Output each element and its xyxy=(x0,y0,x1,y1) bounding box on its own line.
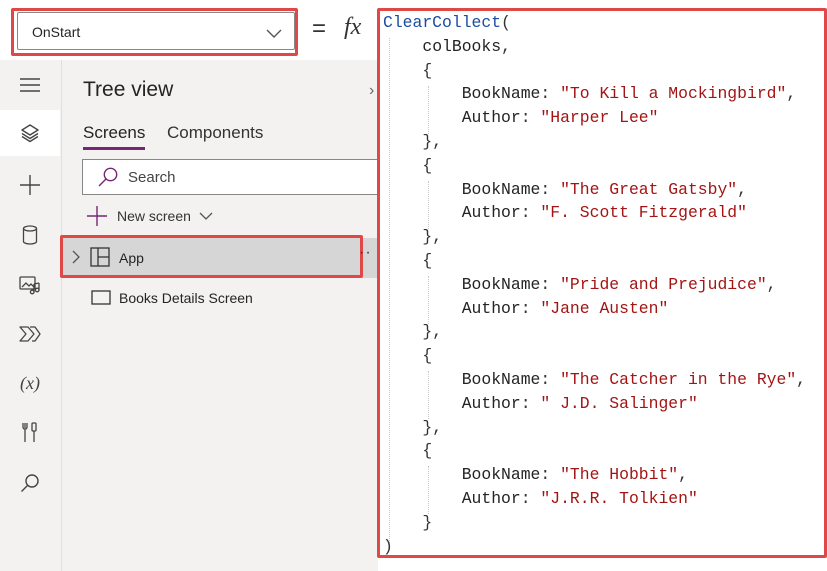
more-options-icon[interactable]: ·· xyxy=(359,244,372,262)
data-button[interactable] xyxy=(0,212,60,258)
media-button[interactable] xyxy=(0,262,60,308)
tab-components[interactable]: Components xyxy=(167,123,263,143)
code-brace: }, xyxy=(422,417,443,437)
database-icon xyxy=(22,225,38,245)
code-punctuation: : xyxy=(540,274,561,294)
code-field-name: BookName xyxy=(461,465,541,485)
advanced-tools-button[interactable] xyxy=(0,410,60,456)
variables-button[interactable]: (x) xyxy=(0,360,60,406)
code-punctuation: ) xyxy=(383,536,393,556)
power-automate-button[interactable] xyxy=(0,311,60,357)
code-field-name: BookName xyxy=(461,84,541,104)
code-punctuation: : xyxy=(540,179,561,199)
code-function-name: ClearCollect xyxy=(383,13,502,32)
tree-view-button[interactable] xyxy=(0,110,60,156)
plus-icon xyxy=(87,206,107,226)
code-brace: } xyxy=(422,512,433,532)
code-brace: { xyxy=(422,155,433,175)
code-punctuation: , xyxy=(737,179,747,199)
fx-icon[interactable]: fx xyxy=(344,14,361,41)
code-field-name: BookName xyxy=(461,179,541,199)
new-screen-label: New screen xyxy=(117,208,191,224)
code-string-bookname: "Pride and Prejudice" xyxy=(560,274,767,294)
chevron-down-icon xyxy=(266,26,282,44)
code-string-bookname: "The Hobbit" xyxy=(560,465,679,485)
tree-view-pane: Tree view › Screens Components Search Ne… xyxy=(62,60,392,571)
code-brace: }, xyxy=(422,227,443,247)
code-brace: { xyxy=(422,346,433,366)
code-brace: }, xyxy=(422,322,443,342)
tree-node-books-details-screen[interactable]: Books Details Screen xyxy=(62,278,378,318)
tab-screens[interactable]: Screens xyxy=(83,123,145,143)
code-string-author: "Harper Lee" xyxy=(540,108,659,128)
left-rail: (x) xyxy=(0,60,62,571)
property-dropdown[interactable]: OnStart xyxy=(17,12,295,50)
code-field-name: Author xyxy=(461,488,521,508)
code-brace: }, xyxy=(422,131,443,151)
code-string-author: "Jane Austen" xyxy=(540,298,669,318)
search-rail-button[interactable] xyxy=(0,460,60,506)
code-punctuation: , xyxy=(678,465,688,485)
code-punctuation: : xyxy=(520,203,541,223)
app-icon xyxy=(90,247,110,267)
code-brace: { xyxy=(422,250,433,270)
search-placeholder: Search xyxy=(128,169,176,186)
code-punctuation: , xyxy=(796,369,807,389)
code-string-author: "J.R.R. Tolkien" xyxy=(540,488,698,508)
layers-icon xyxy=(21,124,39,143)
code-field-name: BookName xyxy=(461,369,541,389)
equals-sign: = xyxy=(312,15,327,42)
code-brace: { xyxy=(422,60,433,80)
code-field-name: Author xyxy=(461,203,521,223)
code-punctuation: : xyxy=(540,369,561,389)
code-punctuation: : xyxy=(520,298,541,318)
code-punctuation: , xyxy=(766,274,777,294)
code-punctuation: , xyxy=(786,84,797,104)
code-brace: { xyxy=(422,441,433,461)
hamburger-menu-button[interactable] xyxy=(0,62,60,108)
code-string-author: "F. Scott Fitzgerald" xyxy=(540,203,747,223)
new-screen-button[interactable]: New screen xyxy=(87,206,213,226)
code-punctuation: , xyxy=(501,36,511,56)
code-field-name: Author xyxy=(461,298,521,318)
screen-icon xyxy=(91,290,111,305)
code-string-bookname: "The Catcher in the Rye" xyxy=(560,369,797,389)
code-collection-name: colBooks xyxy=(422,36,502,56)
chevron-right-icon[interactable] xyxy=(72,250,80,264)
formula-editor[interactable]: ClearCollect( colBooks, { BookName: "To … xyxy=(378,0,827,571)
code-punctuation: : xyxy=(520,488,541,508)
code-punctuation: : xyxy=(520,393,541,413)
collapse-pane-icon[interactable]: › xyxy=(369,82,374,100)
media-icon xyxy=(19,276,40,295)
tree-node-label: App xyxy=(119,250,144,266)
insert-button[interactable] xyxy=(0,162,60,208)
search-icon xyxy=(21,474,39,492)
tree-node-app[interactable]: App xyxy=(62,238,378,278)
code-punctuation: : xyxy=(520,108,541,128)
code-field-name: BookName xyxy=(461,274,541,294)
property-dropdown-value: OnStart xyxy=(32,24,81,40)
chevron-down-icon xyxy=(199,212,213,220)
code-string-bookname: "The Great Gatsby" xyxy=(560,179,738,199)
tab-selected-indicator xyxy=(83,147,145,150)
code-punctuation: ( xyxy=(501,13,511,32)
tree-node-label: Books Details Screen xyxy=(119,290,253,306)
code-punctuation: : xyxy=(540,84,561,104)
plus-icon xyxy=(20,175,40,195)
search-icon xyxy=(98,167,118,187)
formula-code: ClearCollect( colBooks, { BookName: "To … xyxy=(383,11,806,558)
hamburger-icon xyxy=(20,78,40,92)
code-punctuation: : xyxy=(540,465,561,485)
code-string-author: " J.D. Salinger" xyxy=(540,393,698,413)
code-string-bookname: "To Kill a Mockingbird" xyxy=(560,84,787,104)
code-field-name: Author xyxy=(461,108,521,128)
code-field-name: Author xyxy=(461,393,521,413)
power-automate-icon xyxy=(19,326,41,342)
tree-search-box[interactable]: Search xyxy=(82,159,392,195)
pane-title: Tree view xyxy=(83,78,174,101)
tools-icon xyxy=(22,422,37,442)
variables-icon: (x) xyxy=(20,372,40,393)
